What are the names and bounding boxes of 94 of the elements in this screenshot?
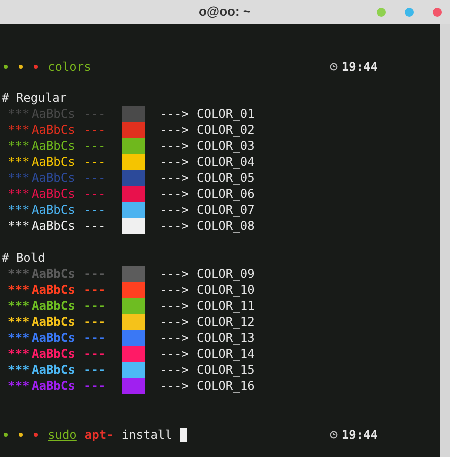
sample-text: AaBbCs: [32, 346, 76, 362]
color-name: COLOR_08: [197, 218, 255, 234]
stars-text: ***: [7, 218, 31, 234]
dashes-text: ---: [84, 314, 107, 330]
window-control-button[interactable]: [433, 8, 442, 17]
arrow-text: --->: [160, 362, 190, 378]
command-text: apt-: [84, 427, 114, 443]
stars-text: ***: [7, 202, 31, 218]
arrow-text: --->: [160, 330, 190, 346]
dashes-text: ---: [84, 218, 107, 234]
stars-text: ***: [7, 170, 31, 186]
dashes-text: ---: [84, 362, 107, 378]
sample-text: AaBbCs: [32, 170, 76, 186]
stars-text: ***: [7, 266, 31, 282]
dashes-text: ---: [84, 122, 107, 138]
arrow-text: --->: [160, 266, 190, 282]
time-text: 19:44: [342, 427, 378, 443]
clock-icon: [330, 63, 338, 71]
stars-text: ***: [7, 362, 31, 378]
arrow-text: --->: [160, 106, 190, 122]
arrow-text: --->: [160, 218, 190, 234]
dashes-text: ---: [84, 186, 107, 202]
dashes-text: ---: [84, 170, 107, 186]
arrow-text: --->: [160, 282, 190, 298]
sample-text: AaBbCs: [32, 218, 76, 234]
sample-text: AaBbCs: [32, 378, 76, 394]
color-name: COLOR_14: [197, 346, 255, 362]
dashes-text: ---: [84, 138, 107, 154]
dashes-text: ---: [84, 266, 107, 282]
arrow-text: --->: [160, 170, 190, 186]
arrow-text: --->: [160, 202, 190, 218]
arrow-text: --->: [160, 346, 190, 362]
sample-text: AaBbCs: [32, 154, 76, 170]
window-control-button[interactable]: [377, 8, 386, 17]
dashes-text: ---: [84, 330, 107, 346]
color-name: COLOR_03: [197, 138, 255, 154]
stars-text: ***: [7, 298, 31, 314]
section-heading: # Bold: [1, 250, 46, 266]
color-name: COLOR_11: [197, 298, 255, 314]
arrow-text: --->: [160, 314, 190, 330]
color-name: COLOR_13: [197, 330, 255, 346]
sample-text: AaBbCs: [32, 362, 76, 378]
color-name: COLOR_09: [197, 266, 255, 282]
color-name: COLOR_12: [197, 314, 255, 330]
section-heading: # Regular: [1, 90, 68, 106]
dashes-text: ---: [84, 298, 107, 314]
command-text: install: [122, 427, 172, 443]
stars-text: ***: [7, 106, 31, 122]
sample-text: AaBbCs: [32, 314, 76, 330]
color-name: COLOR_05: [197, 170, 255, 186]
dashes-text: ---: [84, 282, 107, 298]
stars-text: ***: [7, 346, 31, 362]
color-name: COLOR_04: [197, 154, 255, 170]
stars-text: ***: [7, 122, 31, 138]
window-title: o@oo: ~: [198, 3, 252, 22]
color-name: COLOR_16: [197, 378, 255, 394]
arrow-text: --->: [160, 378, 190, 394]
stars-text: ***: [7, 314, 31, 330]
window-control-button[interactable]: [405, 8, 414, 17]
clock-icon: [330, 431, 338, 439]
arrow-text: --->: [160, 138, 190, 154]
stars-text: ***: [7, 138, 31, 154]
color-name: COLOR_06: [197, 186, 255, 202]
arrow-text: --->: [160, 122, 190, 138]
dashes-text: ---: [84, 154, 107, 170]
sample-text: AaBbCs: [32, 282, 76, 298]
stars-text: ***: [7, 330, 31, 346]
dashes-text: ---: [84, 346, 107, 362]
command-text: sudo: [48, 427, 77, 443]
arrow-text: --->: [160, 298, 190, 314]
scrollbar[interactable]: [440, 24, 450, 457]
dashes-text: ---: [84, 106, 107, 122]
sample-text: AaBbCs: [32, 186, 76, 202]
stars-text: ***: [7, 378, 31, 394]
sample-text: AaBbCs: [32, 122, 76, 138]
sample-text: AaBbCs: [32, 202, 76, 218]
sample-text: AaBbCs: [32, 298, 76, 314]
sample-text: AaBbCs: [32, 330, 76, 346]
stars-text: ***: [7, 154, 31, 170]
stars-text: ***: [7, 186, 31, 202]
sample-text: AaBbCs: [32, 138, 76, 154]
stars-text: ***: [7, 282, 31, 298]
sample-text: AaBbCs: [32, 266, 76, 282]
arrow-text: --->: [160, 186, 190, 202]
color-name: COLOR_07: [197, 202, 255, 218]
time-text: 19:44: [342, 59, 378, 75]
arrow-text: --->: [160, 154, 190, 170]
command-text: colors: [48, 59, 92, 75]
dashes-text: ---: [84, 378, 107, 394]
dashes-text: ---: [84, 202, 107, 218]
color-name: COLOR_01: [197, 106, 255, 122]
color-name: COLOR_02: [197, 122, 255, 138]
color-name: COLOR_10: [197, 282, 255, 298]
color-name: COLOR_15: [197, 362, 255, 378]
